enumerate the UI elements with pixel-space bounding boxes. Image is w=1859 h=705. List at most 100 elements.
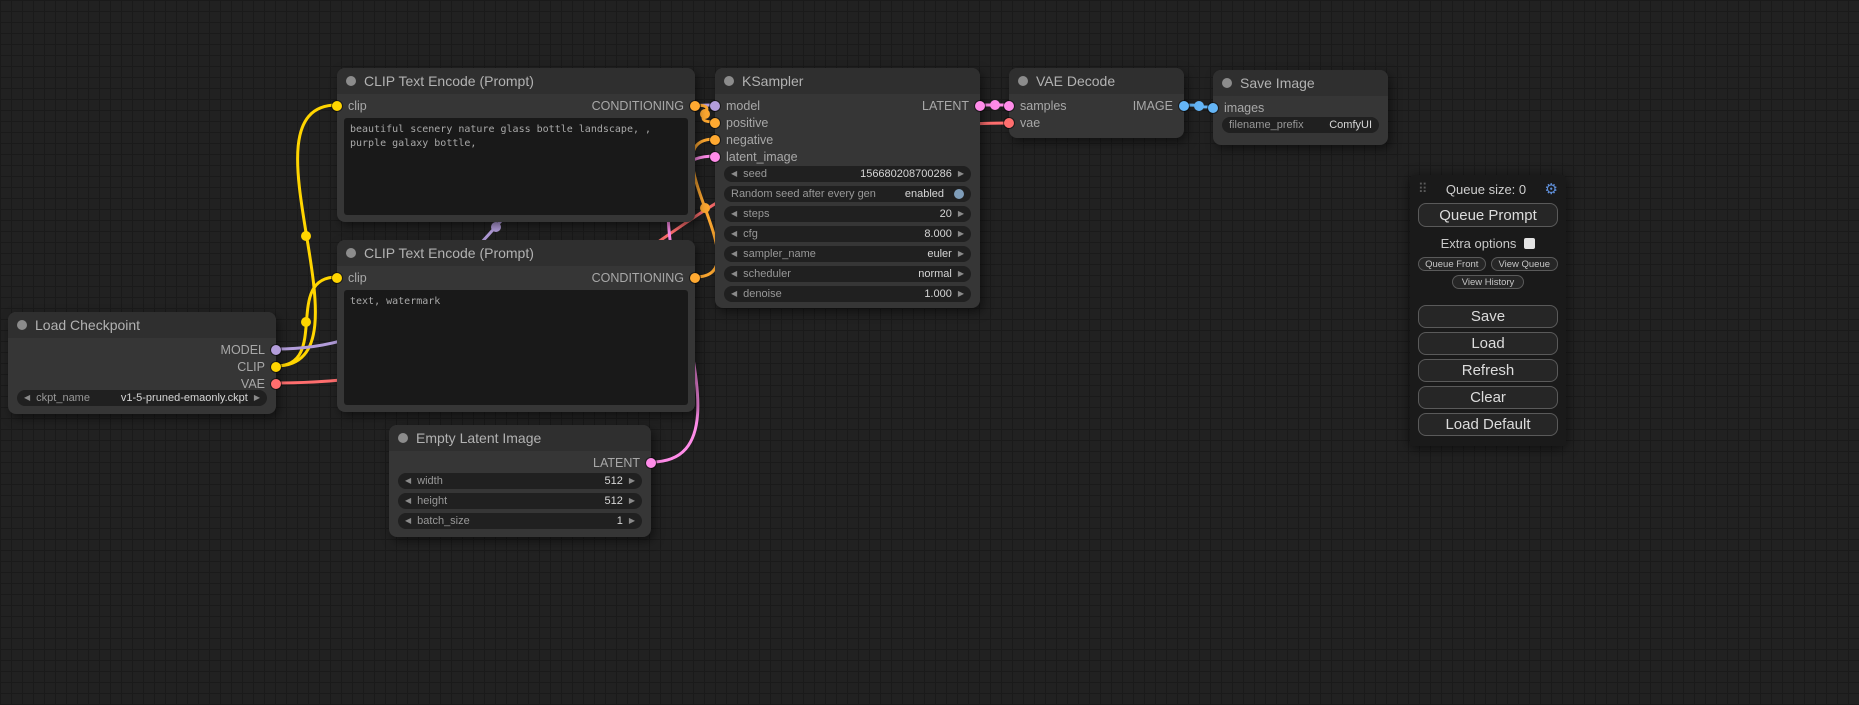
positive-prompt-textarea[interactable]: beautiful scenery nature glass bottle la… (344, 118, 688, 215)
widget-width[interactable]: ◀ width 512 ▶ (398, 473, 642, 489)
increment-arrow-icon[interactable]: ▶ (254, 394, 260, 402)
queue-prompt-button[interactable]: Queue Prompt (1418, 203, 1558, 227)
latent-port[interactable] (710, 152, 720, 162)
increment-arrow-icon[interactable]: ▶ (629, 497, 635, 505)
clip-port[interactable] (332, 101, 342, 111)
collapse-dot[interactable] (346, 76, 356, 86)
increment-arrow-icon[interactable]: ▶ (958, 290, 964, 298)
latent-port[interactable] (646, 458, 656, 468)
output-slot-model[interactable]: MODEL (221, 341, 281, 358)
model-port[interactable] (710, 101, 720, 111)
widget-filename-prefix[interactable]: filename_prefix ComfyUI (1222, 117, 1379, 133)
decrement-arrow-icon[interactable]: ◀ (731, 250, 737, 258)
widget-batch-size[interactable]: ◀ batch_size 1 ▶ (398, 513, 642, 529)
model-port[interactable] (271, 345, 281, 355)
input-slot-clip[interactable]: clip (332, 269, 367, 286)
collapse-dot[interactable] (1018, 76, 1028, 86)
output-slot-latent[interactable]: LATENT (593, 454, 656, 471)
increment-arrow-icon[interactable]: ▶ (629, 477, 635, 485)
output-slot-clip[interactable]: CLIP (237, 358, 281, 375)
toggle-knob[interactable] (954, 189, 964, 199)
drag-handle-icon[interactable]: ⠿ (1418, 181, 1428, 197)
conditioning-port[interactable] (690, 101, 700, 111)
decrement-arrow-icon[interactable]: ◀ (731, 270, 737, 278)
widget-cfg[interactable]: ◀ cfg 8.000 ▶ (724, 226, 971, 242)
decrement-arrow-icon[interactable]: ◀ (405, 477, 411, 485)
widget-denoise[interactable]: ◀ denoise 1.000 ▶ (724, 286, 971, 302)
widget-steps[interactable]: ◀ steps 20 ▶ (724, 206, 971, 222)
clear-button[interactable]: Clear (1418, 386, 1558, 409)
input-slot-clip[interactable]: clip (332, 97, 367, 114)
input-slot-vae[interactable]: vae (1004, 114, 1040, 131)
decrement-arrow-icon[interactable]: ◀ (405, 497, 411, 505)
decrement-arrow-icon[interactable]: ◀ (405, 517, 411, 525)
output-slot-conditioning[interactable]: CONDITIONING (592, 269, 700, 286)
latent-port[interactable] (1004, 101, 1014, 111)
increment-arrow-icon[interactable]: ▶ (958, 170, 964, 178)
input-slot-negative[interactable]: negative (710, 131, 773, 148)
decrement-arrow-icon[interactable]: ◀ (731, 290, 737, 298)
input-slot-model[interactable]: model (710, 97, 760, 114)
output-slot-conditioning[interactable]: CONDITIONING (592, 97, 700, 114)
view-queue-button[interactable]: View Queue (1491, 257, 1559, 271)
decrement-arrow-icon[interactable]: ◀ (731, 230, 737, 238)
node-ksampler[interactable]: KSampler model positive negative latent_… (715, 68, 980, 308)
collapse-dot[interactable] (724, 76, 734, 86)
increment-arrow-icon[interactable]: ▶ (958, 250, 964, 258)
node-load-checkpoint[interactable]: Load Checkpoint MODEL CLIP VAE ◀ ckpt_na… (8, 312, 276, 414)
decrement-arrow-icon[interactable]: ◀ (731, 170, 737, 178)
clip-port[interactable] (332, 273, 342, 283)
conditioning-port[interactable] (710, 135, 720, 145)
load-workflow-button[interactable]: Load (1418, 332, 1558, 355)
increment-arrow-icon[interactable]: ▶ (958, 230, 964, 238)
widget-sampler-name[interactable]: ◀ sampler_name euler ▶ (724, 246, 971, 262)
node-vae-decode[interactable]: VAE Decode samples vae IMAGE (1009, 68, 1184, 138)
input-slot-images[interactable]: images (1208, 99, 1264, 116)
node-header[interactable]: Save Image (1213, 70, 1388, 96)
view-history-button[interactable]: View History (1452, 275, 1524, 289)
widget-height[interactable]: ◀ height 512 ▶ (398, 493, 642, 509)
node-load-checkpoint-header[interactable]: Load Checkpoint (8, 312, 276, 338)
extra-options-checkbox[interactable] (1524, 238, 1535, 249)
node-header[interactable]: VAE Decode (1009, 68, 1184, 94)
vae-port[interactable] (271, 379, 281, 389)
latent-port[interactable] (975, 101, 985, 111)
output-slot-image[interactable]: IMAGE (1133, 97, 1189, 114)
node-clip-text-encode-positive[interactable]: CLIP Text Encode (Prompt) clip CONDITION… (337, 68, 695, 222)
decrement-arrow-icon[interactable]: ◀ (24, 394, 30, 402)
load-default-button[interactable]: Load Default (1418, 413, 1558, 436)
increment-arrow-icon[interactable]: ▶ (629, 517, 635, 525)
conditioning-port[interactable] (690, 273, 700, 283)
node-clip-text-encode-negative[interactable]: CLIP Text Encode (Prompt) clip CONDITION… (337, 240, 695, 412)
queue-front-button[interactable]: Queue Front (1418, 257, 1486, 271)
conditioning-port[interactable] (710, 118, 720, 128)
collapse-dot[interactable] (346, 248, 356, 258)
input-slot-samples[interactable]: samples (1004, 97, 1067, 114)
input-slot-positive[interactable]: positive (710, 114, 768, 131)
comfy-menu-panel[interactable]: ⠿ Queue size: 0 ⚙ Queue Prompt Extra opt… (1410, 175, 1566, 446)
node-graph-canvas[interactable]: Load Checkpoint MODEL CLIP VAE ◀ ckpt_na… (0, 0, 1859, 705)
image-port[interactable] (1208, 103, 1218, 113)
settings-gear-icon[interactable]: ⚙ (1545, 180, 1558, 198)
refresh-button[interactable]: Refresh (1418, 359, 1558, 382)
node-header[interactable]: Empty Latent Image (389, 425, 651, 451)
widget-random-seed-toggle[interactable]: Random seed after every gen enabled (724, 186, 971, 202)
widget-ckpt-name[interactable]: ◀ ckpt_name v1-5-pruned-emaonly.ckpt ▶ (17, 390, 267, 406)
input-slot-latent-image[interactable]: latent_image (710, 148, 798, 165)
node-save-image[interactable]: Save Image images filename_prefix ComfyU… (1213, 70, 1388, 145)
collapse-dot[interactable] (17, 320, 27, 330)
widget-seed[interactable]: ◀ seed 156680208700286 ▶ (724, 166, 971, 182)
vae-port[interactable] (1004, 118, 1014, 128)
node-empty-latent-image[interactable]: Empty Latent Image LATENT ◀ width 512 ▶ … (389, 425, 651, 537)
node-header[interactable]: CLIP Text Encode (Prompt) (337, 240, 695, 266)
collapse-dot[interactable] (398, 433, 408, 443)
decrement-arrow-icon[interactable]: ◀ (731, 210, 737, 218)
save-workflow-button[interactable]: Save (1418, 305, 1558, 328)
output-slot-latent[interactable]: LATENT (922, 97, 985, 114)
image-port[interactable] (1179, 101, 1189, 111)
increment-arrow-icon[interactable]: ▶ (958, 210, 964, 218)
node-header[interactable]: KSampler (715, 68, 980, 94)
node-header[interactable]: CLIP Text Encode (Prompt) (337, 68, 695, 94)
clip-port[interactable] (271, 362, 281, 372)
increment-arrow-icon[interactable]: ▶ (958, 270, 964, 278)
